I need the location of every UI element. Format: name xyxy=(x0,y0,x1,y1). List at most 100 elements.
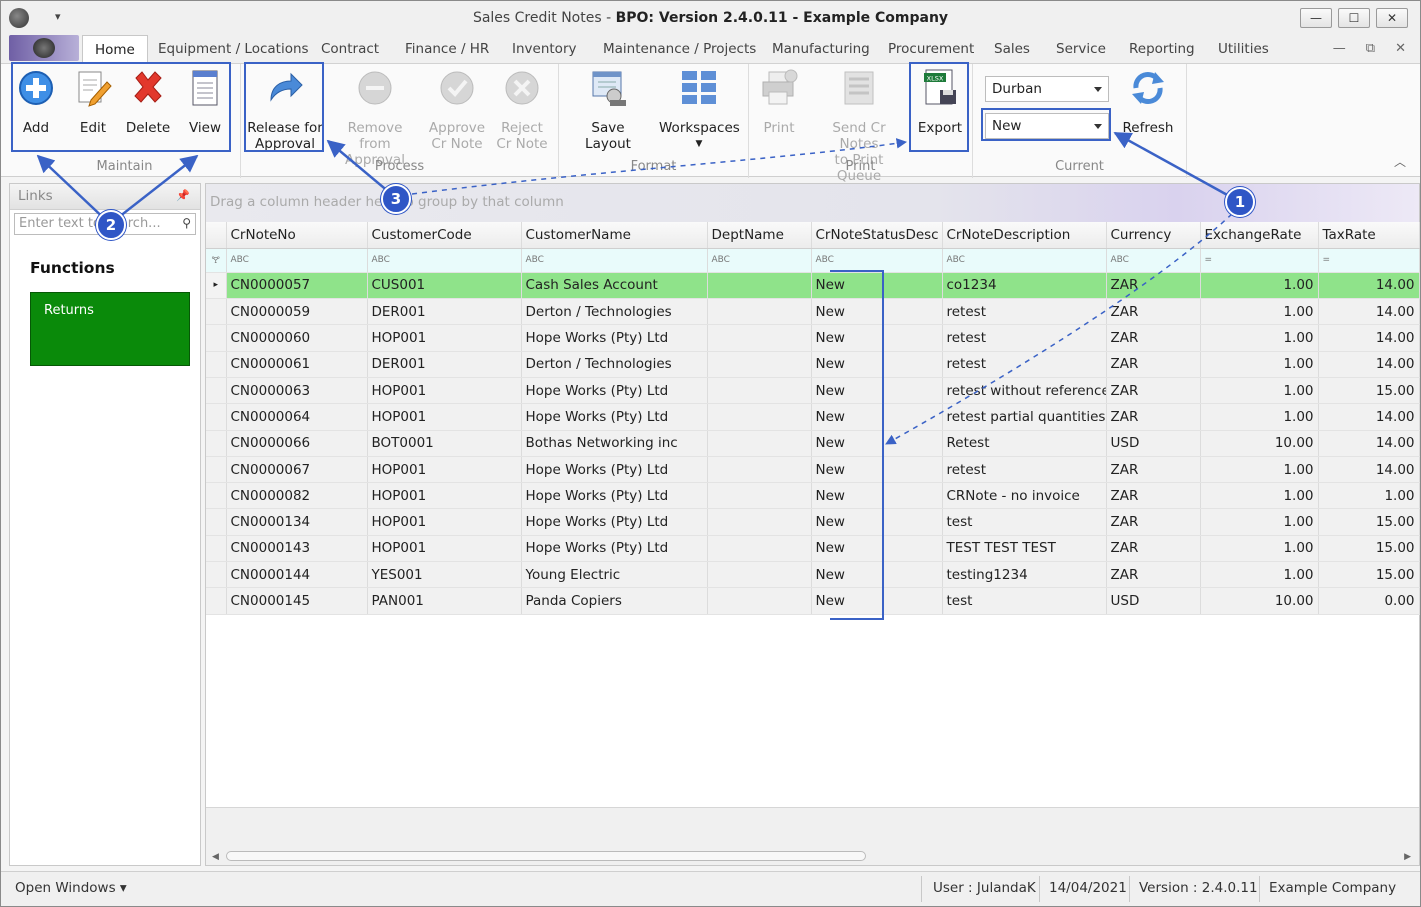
table-row[interactable]: CN0000059 DER001 Derton / Technologies New r… xyxy=(206,298,1420,326)
save-layout-button[interactable]: Save Layout xyxy=(567,68,649,152)
table-cell[interactable]: 14.00 xyxy=(1318,272,1420,300)
table-cell[interactable]: ZAR xyxy=(1106,482,1201,510)
table-cell[interactable]: 14.00 xyxy=(1318,298,1420,326)
delete-button[interactable]: Delete xyxy=(123,68,173,136)
table-row[interactable]: CN0000067 HOP001 Hope Works (Pty) Ltd New re… xyxy=(206,456,1420,484)
tab-reporting[interactable]: Reporting xyxy=(1129,41,1195,57)
row-indicator-arrow-icon[interactable]: ▸ xyxy=(206,272,227,300)
application-menu-button[interactable] xyxy=(9,35,79,61)
row-indicator[interactable] xyxy=(206,377,227,405)
table-cell[interactable]: HOP001 xyxy=(367,324,522,352)
maximize-button[interactable]: ☐ xyxy=(1338,8,1370,28)
table-row[interactable]: CN0000061 DER001 Derton / Technologies New r… xyxy=(206,351,1420,378)
table-cell[interactable]: TEST TEST TEST xyxy=(942,535,1107,563)
table-row[interactable]: CN0000064 HOP001 Hope Works (Pty) Ltd New re… xyxy=(206,403,1420,431)
export-button[interactable]: XLSX Export xyxy=(915,68,965,136)
table-cell[interactable] xyxy=(707,324,812,352)
table-cell[interactable]: ZAR xyxy=(1106,272,1201,300)
table-row[interactable]: CN0000082 HOP001 Hope Works (Pty) Ltd New CR… xyxy=(206,482,1420,510)
table-cell[interactable]: CN0000057 xyxy=(226,272,368,300)
table-cell[interactable]: ZAR xyxy=(1106,535,1201,563)
table-row[interactable]: CN0000143 HOP001 Hope Works (Pty) Ltd New TE… xyxy=(206,535,1420,563)
table-cell[interactable]: CN0000060 xyxy=(226,324,368,352)
table-cell[interactable]: Hope Works (Pty) Ltd xyxy=(521,508,708,536)
table-cell[interactable]: 1.00 xyxy=(1200,324,1319,352)
table-cell[interactable]: Young Electric xyxy=(521,561,708,589)
table-cell[interactable]: ZAR xyxy=(1106,298,1201,326)
table-cell[interactable]: Hope Works (Pty) Ltd xyxy=(521,535,708,563)
table-cell[interactable]: 14.00 xyxy=(1318,324,1420,352)
tab-manufacturing[interactable]: Manufacturing xyxy=(772,41,870,57)
table-cell[interactable]: testing1234 xyxy=(942,561,1107,589)
col-header-taxrate[interactable]: TaxRate xyxy=(1318,222,1420,249)
table-cell[interactable]: HOP001 xyxy=(367,508,522,536)
table-cell[interactable]: 14.00 xyxy=(1318,351,1420,378)
table-cell[interactable]: CN0000144 xyxy=(226,561,368,589)
col-header-customername[interactable]: CustomerName xyxy=(521,222,708,249)
table-cell[interactable]: CN0000066 xyxy=(226,430,368,457)
table-cell[interactable] xyxy=(707,403,812,431)
table-cell[interactable] xyxy=(707,482,812,510)
workspaces-button[interactable]: Workspaces ▼ xyxy=(659,68,740,152)
returns-tile[interactable]: Returns xyxy=(30,292,190,366)
row-indicator[interactable] xyxy=(206,456,227,484)
row-indicator[interactable] xyxy=(206,430,227,457)
table-cell[interactable]: ZAR xyxy=(1106,456,1201,484)
table-cell[interactable]: Bothas Networking inc xyxy=(521,430,708,457)
table-cell[interactable]: ZAR xyxy=(1106,403,1201,431)
print-button[interactable]: Print xyxy=(757,68,801,136)
remove-from-approval-button[interactable]: Remove from Approval xyxy=(333,68,417,168)
table-cell[interactable]: 1.00 xyxy=(1200,298,1319,326)
table-cell[interactable]: CN0000145 xyxy=(226,587,368,615)
table-cell[interactable] xyxy=(707,298,812,326)
table-cell[interactable]: 1.00 xyxy=(1200,561,1319,589)
table-row[interactable]: CN0000063 HOP001 Hope Works (Pty) Ltd New re… xyxy=(206,377,1420,405)
edit-button[interactable]: Edit xyxy=(71,68,115,136)
table-cell[interactable]: ZAR xyxy=(1106,377,1201,405)
reject-cr-note-button[interactable]: Reject Cr Note xyxy=(493,68,551,152)
filter-cell[interactable]: = xyxy=(1200,248,1319,273)
table-cell[interactable]: ZAR xyxy=(1106,508,1201,536)
row-indicator[interactable] xyxy=(206,587,227,615)
table-cell[interactable]: 1.00 xyxy=(1200,403,1319,431)
tab-sales[interactable]: Sales xyxy=(994,41,1030,57)
table-row[interactable]: CN0000145 PAN001 Panda Copiers New test USD 10… xyxy=(206,587,1420,615)
table-cell[interactable]: Derton / Technologies xyxy=(521,351,708,378)
col-header-crnoteno[interactable]: CrNoteNo xyxy=(226,222,368,249)
tab-utilities[interactable]: Utilities xyxy=(1218,41,1269,57)
status-select[interactable]: New xyxy=(985,113,1109,139)
row-indicator[interactable] xyxy=(206,508,227,536)
table-cell[interactable] xyxy=(707,535,812,563)
table-cell[interactable]: 1.00 xyxy=(1200,482,1319,510)
table-cell[interactable]: CRNote - no invoice xyxy=(942,482,1107,510)
table-cell[interactable]: 1.00 xyxy=(1200,272,1319,300)
table-cell[interactable]: Hope Works (Pty) Ltd xyxy=(521,324,708,352)
row-indicator[interactable] xyxy=(206,403,227,431)
table-cell[interactable]: 15.00 xyxy=(1318,535,1420,563)
table-cell[interactable]: 10.00 xyxy=(1200,587,1319,615)
pin-icon[interactable]: 📌 xyxy=(176,189,190,202)
tab-equipment-locations[interactable]: Equipment / Locations xyxy=(158,41,309,57)
tab-maintenance-projects[interactable]: Maintenance / Projects xyxy=(603,41,756,57)
table-cell[interactable] xyxy=(707,430,812,457)
table-cell[interactable]: 0.00 xyxy=(1318,587,1420,615)
table-cell[interactable] xyxy=(707,351,812,378)
table-cell[interactable]: CN0000067 xyxy=(226,456,368,484)
table-cell[interactable]: Cash Sales Account xyxy=(521,272,708,300)
table-row[interactable]: CN0000060 HOP001 Hope Works (Pty) Ltd New re… xyxy=(206,324,1420,352)
table-cell[interactable]: DER001 xyxy=(367,298,522,326)
table-cell[interactable] xyxy=(707,561,812,589)
table-cell[interactable]: CN0000063 xyxy=(226,377,368,405)
row-indicator[interactable] xyxy=(206,535,227,563)
table-cell[interactable]: YES001 xyxy=(367,561,522,589)
filter-cell[interactable]: ABC xyxy=(942,248,1107,273)
row-indicator[interactable] xyxy=(206,298,227,326)
table-cell[interactable]: ZAR xyxy=(1106,561,1201,589)
table-cell[interactable]: HOP001 xyxy=(367,456,522,484)
filter-cell[interactable]: ABC xyxy=(707,248,812,273)
table-cell[interactable]: USD xyxy=(1106,587,1201,615)
scroll-right-icon[interactable]: ▶ xyxy=(1404,852,1411,862)
open-windows-button[interactable]: Open Windows ▾ xyxy=(15,880,127,896)
table-row[interactable]: ▸ CN0000057 CUS001 Cash Sales Account New co1… xyxy=(206,272,1420,300)
table-cell[interactable]: retest xyxy=(942,298,1107,326)
